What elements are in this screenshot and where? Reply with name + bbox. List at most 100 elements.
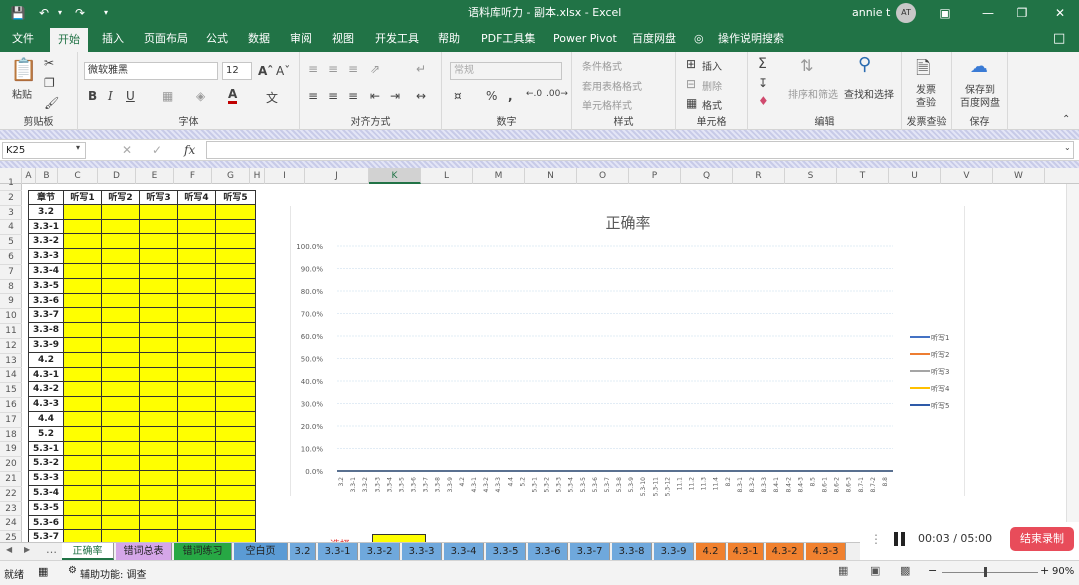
- score-cell[interactable]: [64, 426, 102, 442]
- score-cell[interactable]: [102, 219, 140, 235]
- score-cell[interactable]: [102, 338, 140, 353]
- increase-decimal-icon[interactable]: ←.0: [526, 89, 542, 99]
- score-cell[interactable]: [178, 338, 216, 353]
- bold-button[interactable]: B: [88, 89, 97, 103]
- score-cell[interactable]: [102, 204, 140, 220]
- comma-icon[interactable]: ,: [508, 89, 513, 103]
- score-cell[interactable]: [178, 293, 216, 309]
- align-right-icon[interactable]: ≡: [348, 89, 358, 103]
- score-cell[interactable]: [216, 456, 256, 472]
- table-header-cell[interactable]: 听写3: [140, 190, 178, 205]
- score-cell[interactable]: [102, 323, 140, 338]
- autosum-icon[interactable]: Σ: [758, 56, 767, 72]
- tab-file[interactable]: 文件: [12, 26, 34, 52]
- row-header-13[interactable]: 13: [0, 354, 22, 369]
- conditional-formatting-button[interactable]: 条件格式: [582, 58, 622, 73]
- font-name-select[interactable]: 微软雅黑: [84, 62, 218, 80]
- delete-cells-button[interactable]: 删除: [702, 78, 722, 93]
- score-cell[interactable]: [64, 249, 102, 264]
- score-cell[interactable]: [140, 338, 178, 353]
- score-cell[interactable]: [102, 471, 140, 486]
- sheet-tab[interactable]: 3.3-4: [444, 543, 484, 560]
- chapter-cell[interactable]: 4.2: [28, 352, 64, 368]
- format-painter-icon[interactable]: 🖌: [44, 96, 59, 110]
- row-header-10[interactable]: 10: [0, 309, 22, 324]
- close-icon[interactable]: ✕: [1052, 5, 1068, 21]
- align-bottom-icon[interactable]: ≡: [348, 62, 358, 76]
- save-to-baidu-button[interactable]: 保存到 百度网盘: [960, 84, 1000, 110]
- sheet-tab[interactable]: 3.2: [290, 543, 316, 560]
- score-cell[interactable]: [102, 530, 140, 542]
- paste-icon[interactable]: 📋: [10, 58, 37, 83]
- tab-view[interactable]: 视图: [332, 26, 354, 52]
- find-select-icon[interactable]: ⚲: [858, 54, 871, 75]
- score-cell[interactable]: [178, 486, 216, 501]
- row-header-3[interactable]: 3: [0, 206, 22, 221]
- chapter-cell[interactable]: 4.3-2: [28, 382, 64, 398]
- sheet-tab[interactable]: 3.3-7: [570, 543, 610, 560]
- sheet-tab[interactable]: 3.3-3: [402, 543, 442, 560]
- row-header-6[interactable]: 6: [0, 250, 22, 265]
- score-cell[interactable]: [64, 515, 102, 531]
- macro-record-icon[interactable]: ▦: [38, 565, 48, 578]
- scroll-tabs-left-icon[interactable]: ◀: [6, 545, 12, 554]
- chapter-cell[interactable]: 3.3-5: [28, 278, 64, 294]
- score-cell[interactable]: [178, 204, 216, 220]
- score-cell[interactable]: [216, 471, 256, 486]
- chapter-cell[interactable]: 5.3-3: [28, 471, 64, 486]
- score-cell[interactable]: [216, 219, 256, 235]
- decrease-font-icon[interactable]: Aˇ: [276, 64, 290, 78]
- score-cell[interactable]: [140, 426, 178, 442]
- number-format-select[interactable]: 常规: [450, 62, 562, 80]
- tab-baidu-netdisk[interactable]: 百度网盘: [632, 26, 676, 52]
- sheet-tab[interactable]: 错词总表: [116, 543, 172, 560]
- font-size-select[interactable]: 12: [222, 62, 252, 80]
- chapter-cell[interactable]: 3.3-2: [28, 234, 64, 250]
- border-icon[interactable]: ▦: [162, 89, 173, 103]
- chapter-cell[interactable]: 4.4: [28, 412, 64, 427]
- score-cell[interactable]: [140, 412, 178, 427]
- row-header-24[interactable]: 24: [0, 516, 22, 532]
- score-cell[interactable]: [178, 530, 216, 542]
- column-header-e[interactable]: E: [136, 168, 174, 184]
- score-cell[interactable]: [216, 412, 256, 427]
- table-header-cell[interactable]: 听写1: [64, 190, 102, 205]
- tab-review[interactable]: 审阅: [290, 26, 312, 52]
- score-cell[interactable]: [64, 264, 102, 279]
- column-header-n[interactable]: N: [525, 168, 577, 184]
- table-header-cell[interactable]: 章节: [28, 190, 64, 205]
- row-header-17[interactable]: 17: [0, 413, 22, 428]
- chapter-cell[interactable]: 3.3-6: [28, 293, 64, 309]
- selected-cell-k25[interactable]: [372, 534, 426, 542]
- invoice-check-button[interactable]: 发票 查验: [916, 84, 936, 110]
- align-top-icon[interactable]: ≡: [308, 62, 318, 76]
- row-header-23[interactable]: 23: [0, 502, 22, 517]
- row-header-19[interactable]: 19: [0, 442, 22, 458]
- score-cell[interactable]: [140, 441, 178, 457]
- table-header-cell[interactable]: 听写2: [102, 190, 140, 205]
- column-header-l[interactable]: L: [421, 168, 473, 184]
- score-cell[interactable]: [140, 308, 178, 324]
- chapter-cell[interactable]: 5.3-1: [28, 441, 64, 457]
- score-cell[interactable]: [178, 500, 216, 516]
- chapter-cell[interactable]: 3.3-4: [28, 264, 64, 279]
- invoice-check-icon[interactable]: 🗎: [916, 56, 930, 86]
- chapter-cell[interactable]: 5.3-6: [28, 515, 64, 531]
- sheet-tab[interactable]: 4.3-2: [766, 543, 804, 560]
- score-cell[interactable]: [140, 352, 178, 368]
- score-cell[interactable]: [102, 308, 140, 324]
- orientation-icon[interactable]: ⇗: [370, 62, 380, 76]
- zoom-level[interactable]: 90%: [1052, 566, 1074, 577]
- copy-icon[interactable]: ❐: [44, 76, 55, 90]
- sheet-tab[interactable]: 错词练习: [174, 543, 232, 560]
- align-middle-icon[interactable]: ≡: [328, 62, 338, 76]
- chapter-cell[interactable]: 3.3-9: [28, 338, 64, 353]
- fill-icon[interactable]: ↧: [758, 76, 768, 90]
- find-select-button[interactable]: 查找和选择: [844, 86, 894, 101]
- scroll-tabs-right-icon[interactable]: ▶: [24, 545, 30, 554]
- score-cell[interactable]: [216, 338, 256, 353]
- score-cell[interactable]: [178, 234, 216, 250]
- zoom-out-icon[interactable]: −: [928, 564, 937, 577]
- score-cell[interactable]: [140, 323, 178, 338]
- score-cell[interactable]: [178, 412, 216, 427]
